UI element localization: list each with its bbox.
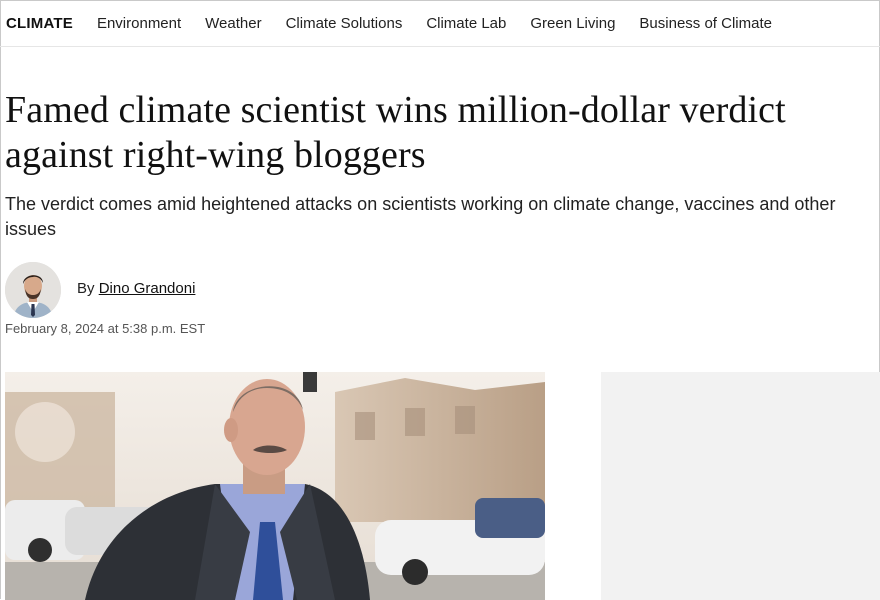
article-dek: The verdict comes amid heightened attack… [5, 194, 836, 239]
article-headline: Famed climate scientist wins million-dol… [5, 89, 786, 176]
author-avatar[interactable] [5, 262, 61, 318]
nav-item-climate-solutions[interactable]: Climate Solutions [286, 15, 403, 32]
byline-prefix: By [77, 280, 95, 297]
nav-item-climate-lab[interactable]: Climate Lab [426, 15, 506, 32]
author-link[interactable]: Dino Grandoni [99, 280, 196, 297]
hero-photo [5, 372, 545, 600]
nav-item-weather[interactable]: Weather [205, 15, 261, 32]
byline: By Dino Grandoni [77, 280, 195, 297]
author-avatar-photo [5, 262, 61, 318]
ad-placeholder [601, 372, 880, 600]
nav-item-environment[interactable]: Environment [97, 15, 181, 32]
nav-item-business-of-climate[interactable]: Business of Climate [639, 15, 772, 32]
section-brand-link[interactable]: CLIMATE [6, 15, 73, 32]
section-nav: CLIMATE Environment Weather Climate Solu… [0, 0, 880, 47]
hero-image[interactable] [5, 372, 545, 600]
publish-timestamp: February 8, 2024 at 5:38 p.m. EST [5, 321, 206, 336]
nav-item-green-living[interactable]: Green Living [530, 15, 615, 32]
